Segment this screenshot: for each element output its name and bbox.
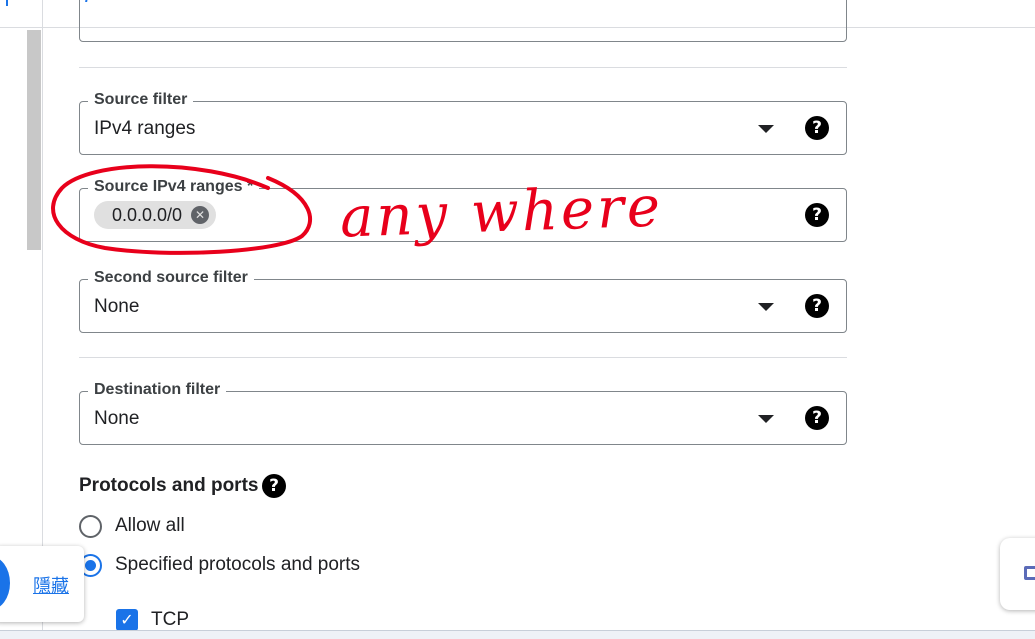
divider bbox=[79, 357, 847, 358]
cut-off-top-icon bbox=[6, 0, 8, 6]
destination-filter-select[interactable]: Destination filter None ? bbox=[79, 380, 847, 445]
dropdown-arrow-icon[interactable] bbox=[758, 303, 774, 311]
help-icon[interactable]: ? bbox=[262, 474, 286, 498]
help-icon[interactable]: ? bbox=[805, 203, 829, 227]
second-source-filter-value: None bbox=[94, 296, 140, 317]
radio-label: Specified protocols and ports bbox=[115, 554, 361, 575]
avatar-circle[interactable] bbox=[0, 556, 10, 610]
source-filter-value: IPv4 ranges bbox=[94, 118, 196, 139]
protocols-ports-title: Protocols and ports bbox=[79, 475, 259, 496]
ip-range-chip[interactable]: 0.0.0.0/0 ✕ bbox=[94, 201, 217, 229]
hide-popup: 隱藏 bbox=[0, 546, 84, 622]
second-source-filter-label: Second source filter bbox=[88, 268, 254, 288]
source-ipv4-ranges-label: Source IPv4 ranges * bbox=[88, 177, 260, 197]
destination-filter-label: Destination filter bbox=[88, 380, 227, 400]
divider bbox=[79, 67, 847, 68]
checkbox-check-icon[interactable]: ✓ bbox=[116, 609, 138, 631]
dropdown-arrow-icon[interactable] bbox=[758, 415, 774, 423]
left-panel-border bbox=[42, 0, 43, 639]
floating-widget[interactable] bbox=[1000, 538, 1035, 610]
left-scrollbar-thumb[interactable] bbox=[27, 30, 41, 250]
chip-remove-icon[interactable]: ✕ bbox=[191, 206, 210, 224]
radio-specified-protocols[interactable]: Specified protocols and ports bbox=[79, 552, 360, 578]
help-icon[interactable]: ? bbox=[805, 406, 829, 430]
tcp-checkbox-row[interactable]: ✓ TCP bbox=[116, 609, 189, 631]
tcp-label: TCP bbox=[151, 609, 189, 630]
second-source-filter-select[interactable]: Second source filter None ? bbox=[79, 268, 847, 333]
source-filter-label: Source filter bbox=[88, 90, 194, 110]
radio-button-unchecked[interactable] bbox=[79, 514, 102, 538]
widget-icon bbox=[1024, 566, 1035, 580]
annotation-handwritten-text: any where bbox=[338, 174, 664, 251]
help-icon[interactable]: ? bbox=[805, 294, 829, 318]
source-filter-select[interactable]: Source filter IPv4 ranges ? bbox=[79, 90, 847, 155]
destination-filter-value: None bbox=[94, 408, 140, 429]
bottom-strip bbox=[0, 630, 1035, 639]
radio-allow-all[interactable]: Allow all bbox=[79, 513, 185, 539]
previous-field-bottom[interactable] bbox=[79, 0, 847, 42]
dropdown-arrow-icon[interactable] bbox=[758, 125, 774, 133]
radio-label: Allow all bbox=[115, 515, 185, 536]
help-icon[interactable]: ? bbox=[805, 116, 829, 140]
ip-range-chip-text: 0.0.0.0/0 bbox=[112, 205, 183, 225]
hide-link[interactable]: 隱藏 bbox=[33, 572, 69, 598]
